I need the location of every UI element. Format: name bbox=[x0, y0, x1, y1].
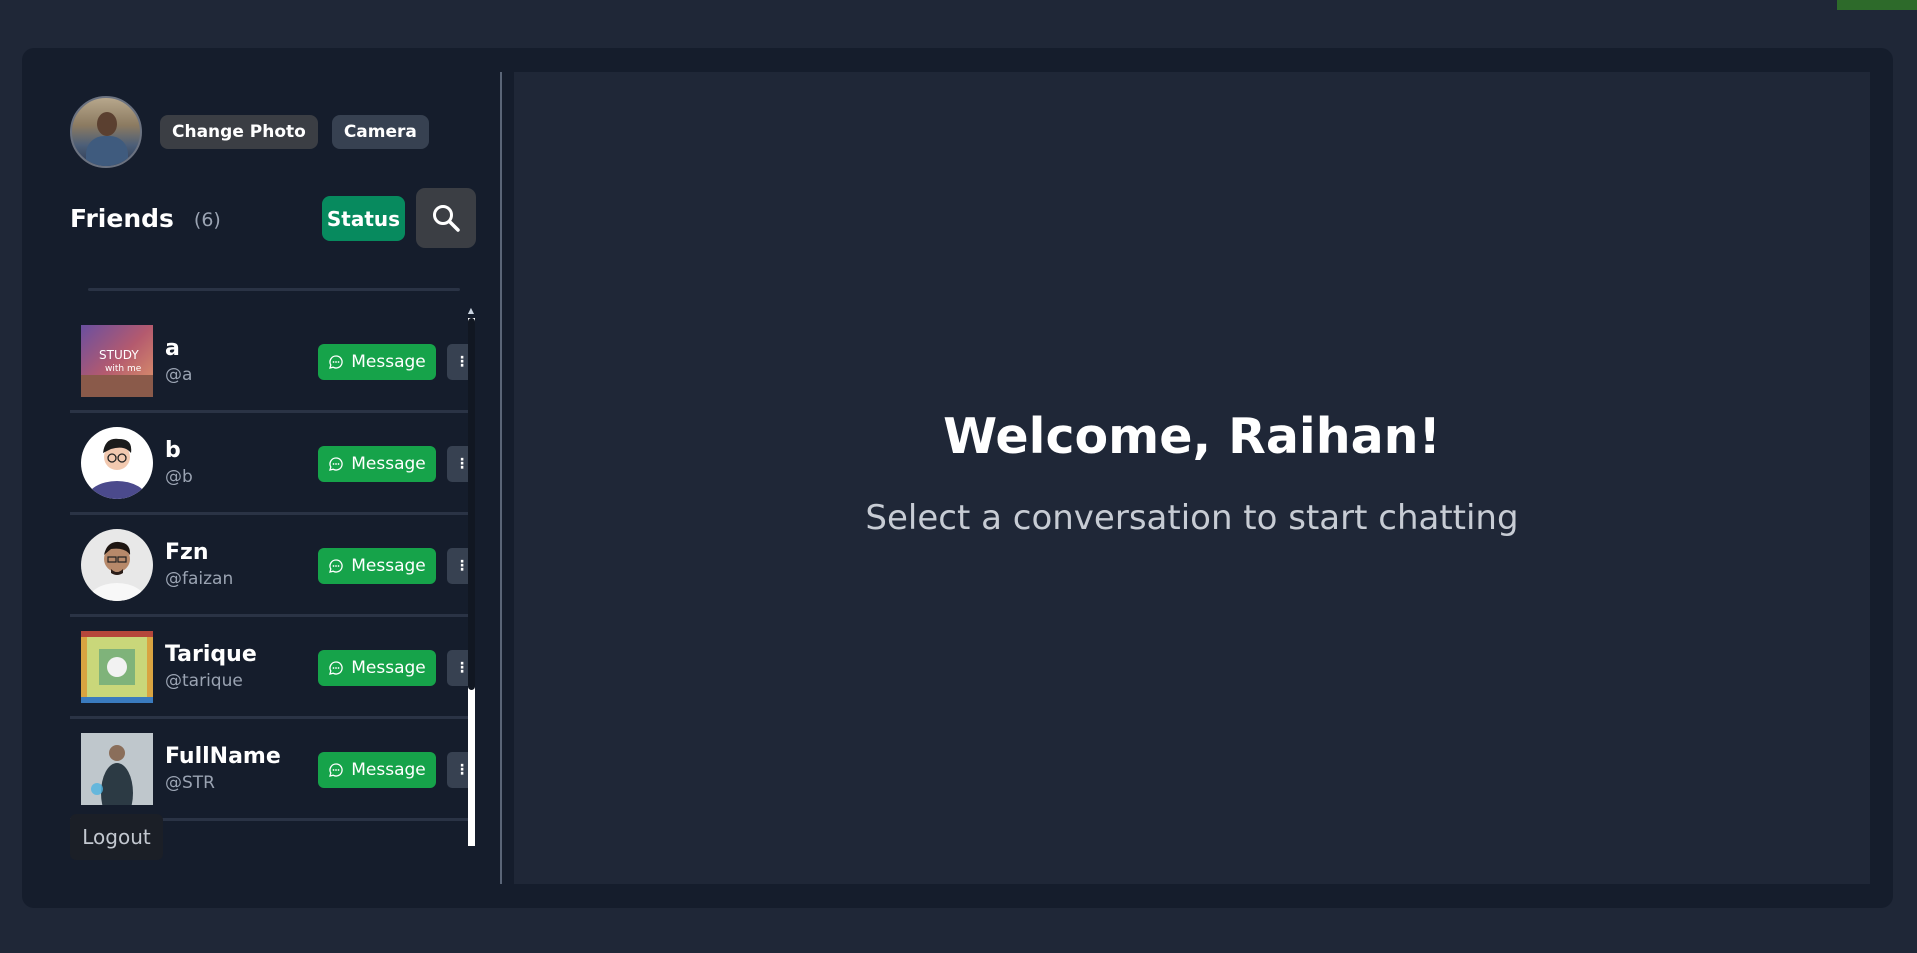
chat-bubble-icon bbox=[329, 661, 343, 675]
friends-list: STUDY with me a @a Message ⋮ b @b Messag… bbox=[70, 311, 468, 847]
chat-bubble-icon bbox=[329, 559, 343, 573]
sidebar: Change Photo Camera Friends (6) Status ▲ bbox=[22, 48, 501, 908]
camera-button[interactable]: Camera bbox=[331, 115, 429, 149]
message-button[interactable]: Message bbox=[318, 752, 436, 788]
chat-bubble-icon bbox=[329, 763, 343, 777]
message-button-label: Message bbox=[351, 658, 426, 678]
list-item[interactable]: Tarique @tarique Message ⋮ bbox=[70, 617, 468, 719]
logout-button[interactable]: Logout bbox=[70, 814, 163, 860]
friends-divider bbox=[88, 288, 460, 291]
friend-avatar bbox=[81, 630, 153, 703]
list-item[interactable]: Fzn @faizan Message ⋮ bbox=[70, 515, 468, 617]
conversation-panel: Welcome, Raihan! Select a conversation t… bbox=[514, 72, 1870, 884]
message-button[interactable]: Message bbox=[318, 446, 436, 482]
friend-handle: @a bbox=[165, 364, 193, 385]
friend-handle: @tarique bbox=[165, 670, 243, 691]
list-item[interactable]: FullName @STR Message ⋮ bbox=[70, 719, 468, 821]
friend-handle: @faizan bbox=[165, 568, 234, 589]
friend-name: b bbox=[165, 437, 181, 463]
change-photo-button[interactable]: Change Photo bbox=[160, 115, 318, 149]
welcome-heading: Welcome, Raihan! bbox=[943, 408, 1441, 465]
friend-avatar: STUDY with me bbox=[81, 324, 153, 397]
more-options-button[interactable]: ⋮ bbox=[447, 446, 468, 482]
scrollbar-thumb[interactable] bbox=[468, 318, 475, 690]
corner-badge bbox=[1837, 0, 1917, 10]
message-button-label: Message bbox=[351, 760, 426, 780]
friend-handle: @b bbox=[165, 466, 193, 487]
list-item[interactable]: b @b Message ⋮ bbox=[70, 413, 468, 515]
friend-avatar bbox=[81, 732, 153, 805]
list-item[interactable]: STUDY with me a @a Message ⋮ bbox=[70, 311, 468, 413]
search-icon bbox=[433, 205, 460, 232]
message-button[interactable]: Message bbox=[318, 344, 436, 380]
friends-header: Friends (6) Status bbox=[70, 188, 498, 248]
friend-handle: @STR bbox=[165, 772, 215, 793]
svg-text:STUDY: STUDY bbox=[99, 348, 139, 362]
chat-bubble-icon bbox=[329, 457, 343, 471]
message-button[interactable]: Message bbox=[318, 650, 436, 686]
status-button[interactable]: Status bbox=[322, 196, 405, 241]
friend-name: Tarique bbox=[165, 641, 257, 667]
search-button[interactable] bbox=[416, 188, 476, 248]
profile-row: Change Photo Camera bbox=[70, 96, 429, 168]
message-button-label: Message bbox=[351, 556, 426, 576]
friend-name: Fzn bbox=[165, 539, 209, 565]
more-options-button[interactable]: ⋮ bbox=[447, 650, 468, 686]
sidebar-divider bbox=[500, 72, 502, 884]
friend-avatar bbox=[81, 426, 153, 499]
profile-avatar[interactable] bbox=[70, 96, 142, 168]
chat-bubble-icon bbox=[329, 355, 343, 369]
friends-count: (6) bbox=[193, 209, 221, 231]
more-options-button[interactable]: ⋮ bbox=[447, 752, 468, 788]
message-button[interactable]: Message bbox=[318, 548, 436, 584]
chat-app: Change Photo Camera Friends (6) Status ▲ bbox=[22, 48, 1893, 908]
friends-title: Friends bbox=[70, 203, 174, 233]
more-options-button[interactable]: ⋮ bbox=[447, 344, 468, 380]
welcome-subtitle: Select a conversation to start chatting bbox=[865, 498, 1519, 538]
more-options-button[interactable]: ⋮ bbox=[447, 548, 468, 584]
friend-name: a bbox=[165, 335, 180, 361]
friend-name: FullName bbox=[165, 743, 281, 769]
friend-avatar bbox=[81, 528, 153, 601]
svg-text:with me: with me bbox=[105, 364, 142, 374]
message-button-label: Message bbox=[351, 352, 426, 372]
message-button-label: Message bbox=[351, 454, 426, 474]
